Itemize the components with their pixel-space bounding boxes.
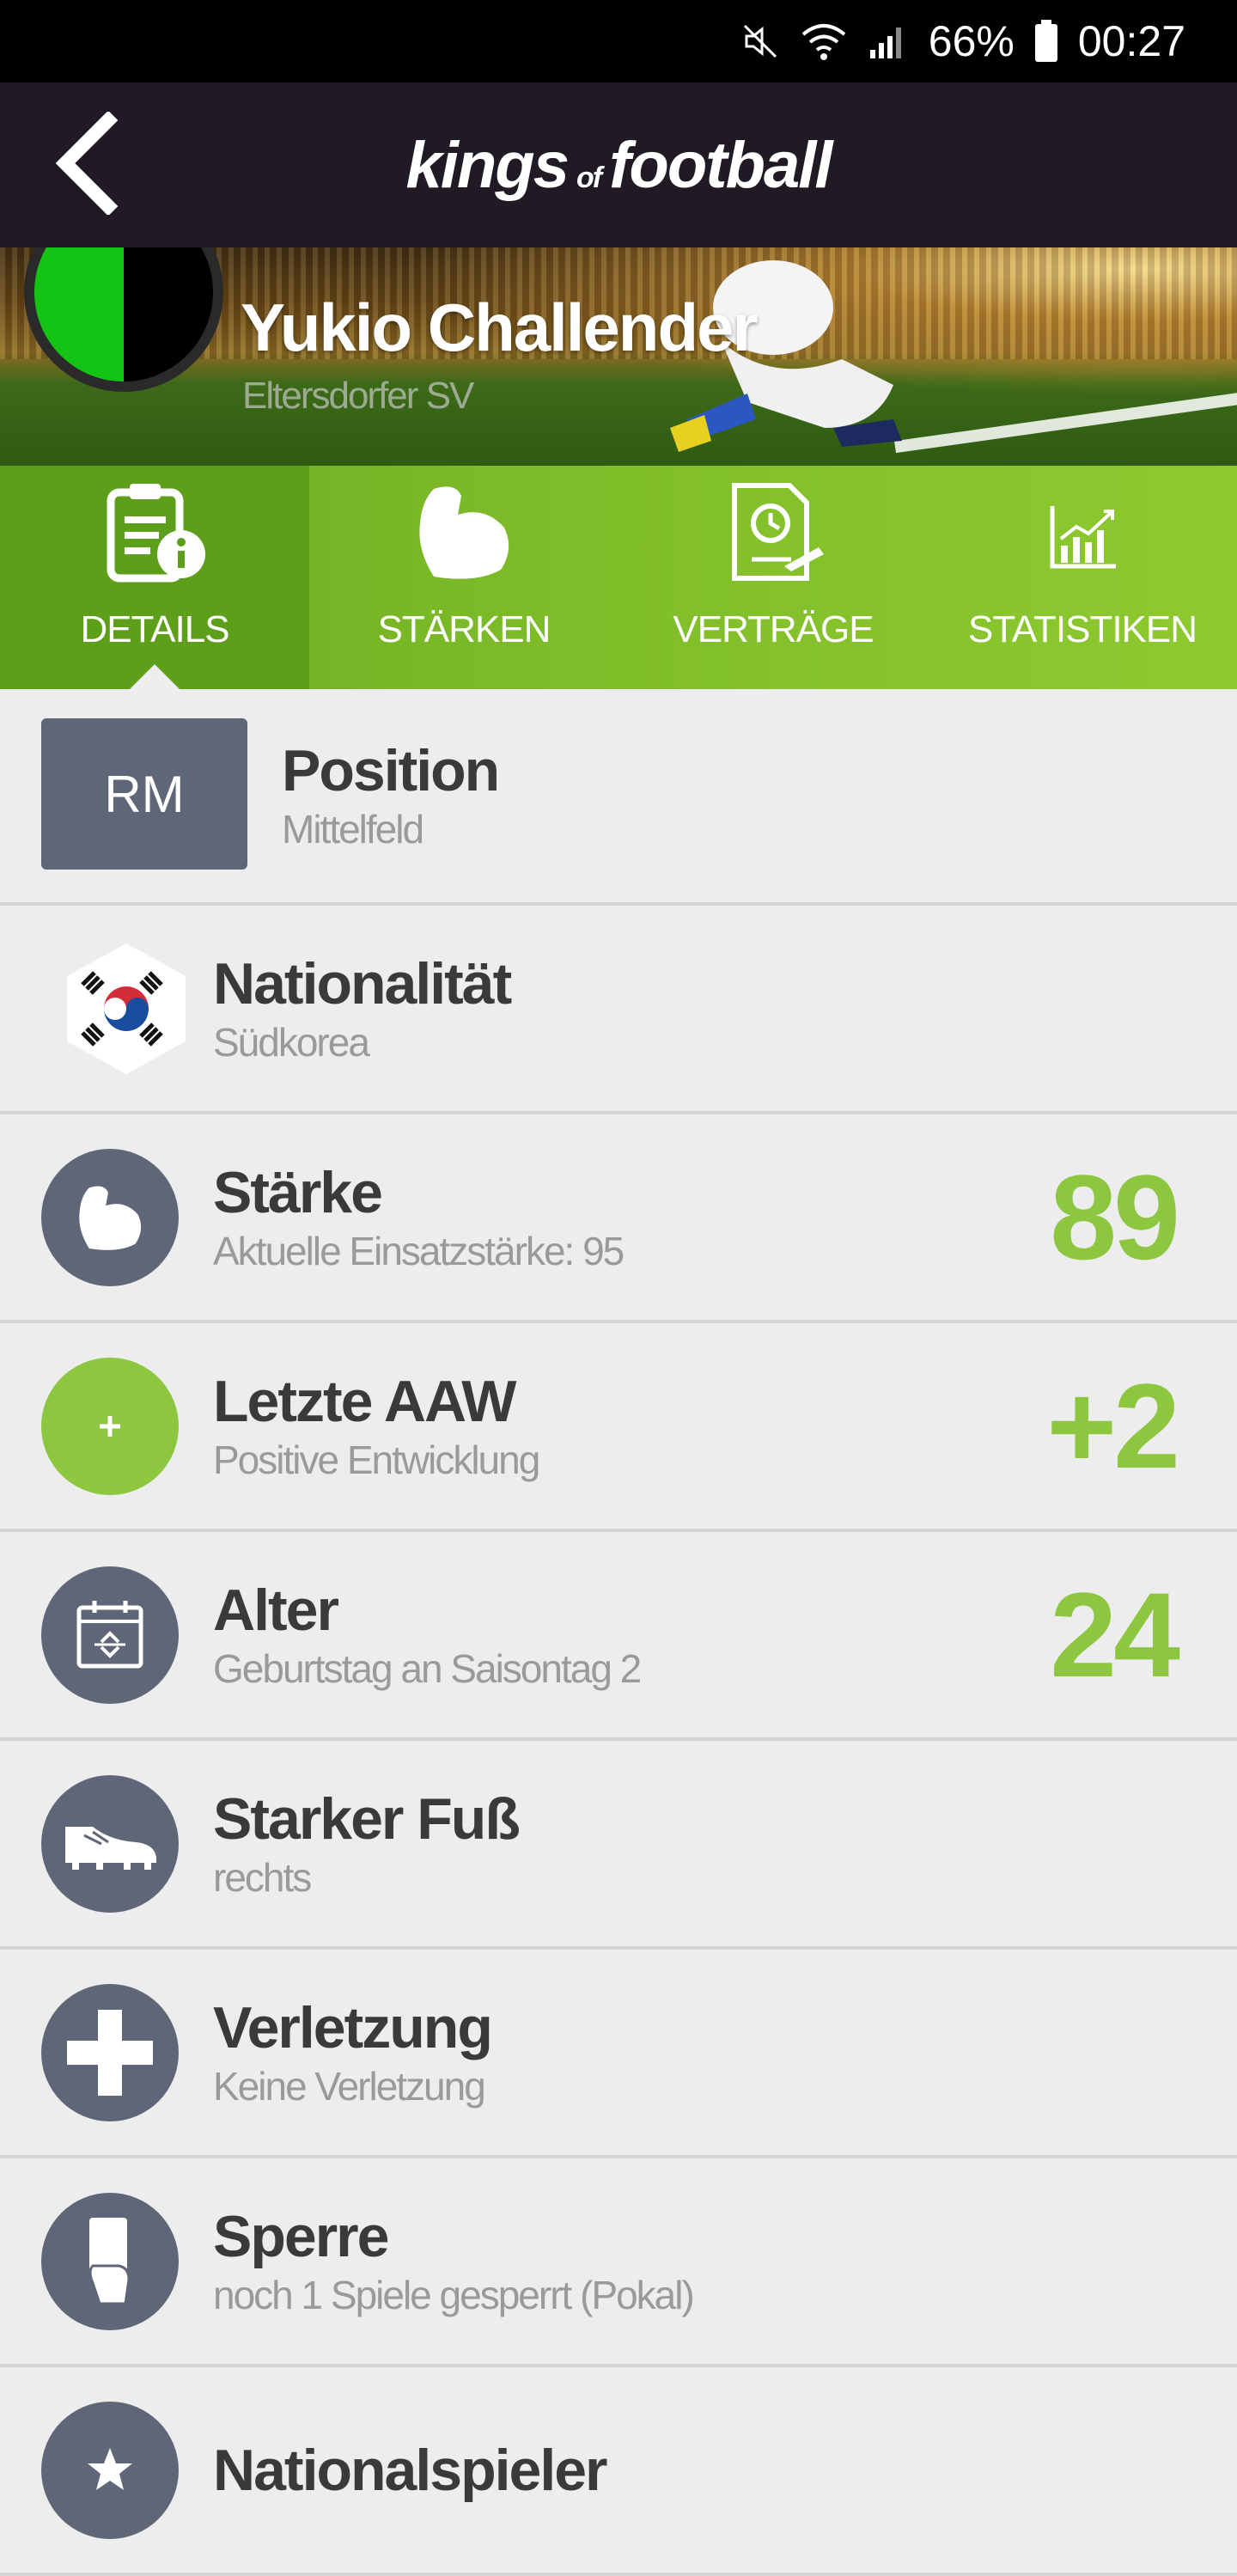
row-subtitle: Geburtstag an Saisontag 2: [213, 1645, 642, 1691]
position-badge: RM: [41, 718, 247, 870]
tab-details-label: DETAILS: [80, 608, 229, 650]
row-nationality: Nationalität Südkorea: [0, 906, 1237, 1114]
row-title: Verletzung: [213, 1994, 493, 2060]
aaw-value: +2: [1046, 1358, 1180, 1493]
boot-icon: [41, 1774, 179, 1913]
brand-kings: kings: [405, 128, 570, 202]
status-bar: 66% 00:27: [0, 0, 1237, 82]
details-list: RM Position Mittelfeld Nationalität Südk…: [0, 689, 1237, 2576]
chart-icon: [1027, 480, 1138, 593]
row-title: Stärke: [213, 1159, 383, 1225]
tab-vertraege[interactable]: VERTRÄGE: [618, 466, 928, 689]
contract-icon: [717, 480, 829, 593]
row-position: RM Position Mittelfeld: [0, 689, 1237, 906]
row-title: Position: [282, 738, 500, 803]
player-hero: Yukio Challender Eltersdorfer SV: [0, 247, 1237, 466]
row-title: Sperre: [213, 2203, 389, 2269]
tab-staerken[interactable]: STÄRKEN: [309, 466, 618, 689]
row-subtitle: Mittelfeld: [282, 807, 424, 852]
row-subtitle: Aktuelle Einsatzstärke: 95: [213, 1228, 625, 1273]
star-icon: [41, 2401, 179, 2539]
row-title: Starker Fuß: [213, 1785, 521, 1852]
mute-icon: [740, 21, 781, 62]
brand-of: of: [576, 161, 602, 194]
biceps-icon: [41, 1148, 179, 1286]
age-value: 24: [1050, 1566, 1180, 1702]
signal-icon: [867, 21, 910, 62]
player-name: Yukio Challender: [241, 290, 759, 365]
chevron-left-icon: [52, 110, 120, 219]
row-title: Alter: [213, 1577, 339, 1643]
row-strength: Stärke Aktuelle Einsatzstärke: 95 89: [0, 1114, 1237, 1323]
app-header: kings of football: [0, 82, 1237, 247]
biceps-icon: [408, 480, 520, 593]
back-button[interactable]: [34, 110, 137, 219]
plus-icon: [41, 1357, 179, 1495]
tab-statistiken[interactable]: STATISTIKEN: [928, 466, 1237, 689]
battery-icon: [1033, 19, 1059, 64]
calendar-icon: [41, 1566, 179, 1704]
club-name[interactable]: Eltersdorfer SV: [242, 375, 474, 418]
korea-flag-icon: [67, 943, 186, 1074]
tab-bar: DETAILS STÄRKEN VERTRÄGE STATISTIKEN: [0, 466, 1237, 690]
tab-staerken-label: STÄRKEN: [377, 608, 551, 650]
tab-vertraege-label: VERTRÄGE: [673, 608, 874, 650]
details-icon: [99, 480, 210, 593]
tab-details[interactable]: DETAILS: [0, 466, 309, 690]
tab-statistiken-label: STATISTIKEN: [967, 608, 1197, 650]
battery-percent: 66%: [928, 17, 1015, 65]
brand-logo: kings of football: [405, 128, 833, 203]
row-title: Letzte AAW: [213, 1368, 516, 1434]
brand-football: football: [609, 128, 832, 202]
row-injury: Verletzung Keine Verletzung: [0, 1950, 1237, 2158]
row-subtitle: rechts: [213, 1854, 312, 1900]
row-subtitle: Positive Entwicklung: [213, 1437, 540, 1482]
strength-value: 89: [1050, 1149, 1180, 1285]
club-crest: [24, 247, 223, 392]
row-title: Nationalspieler: [213, 2437, 607, 2503]
wifi-icon: [800, 21, 848, 62]
row-subtitle: Keine Verletzung: [213, 2063, 486, 2109]
row-subtitle: Südkorea: [213, 1019, 370, 1065]
clock: 00:27: [1077, 17, 1185, 65]
row-age: Alter Geburtstag an Saisontag 2 24: [0, 1532, 1237, 1741]
card-icon: [41, 2192, 179, 2330]
row-national-player: Nationalspieler: [0, 2367, 1237, 2576]
row-title: Nationalität: [213, 950, 512, 1016]
row-suspension: Sperre noch 1 Spiele gesperrt (Pokal): [0, 2158, 1237, 2367]
cross-icon: [41, 1983, 179, 2121]
row-subtitle: noch 1 Spiele gesperrt (Pokal): [213, 2272, 695, 2317]
row-last-aaw: Letzte AAW Positive Entwicklung +2: [0, 1323, 1237, 1532]
row-strong-foot: Starker Fuß rechts: [0, 1741, 1237, 1950]
